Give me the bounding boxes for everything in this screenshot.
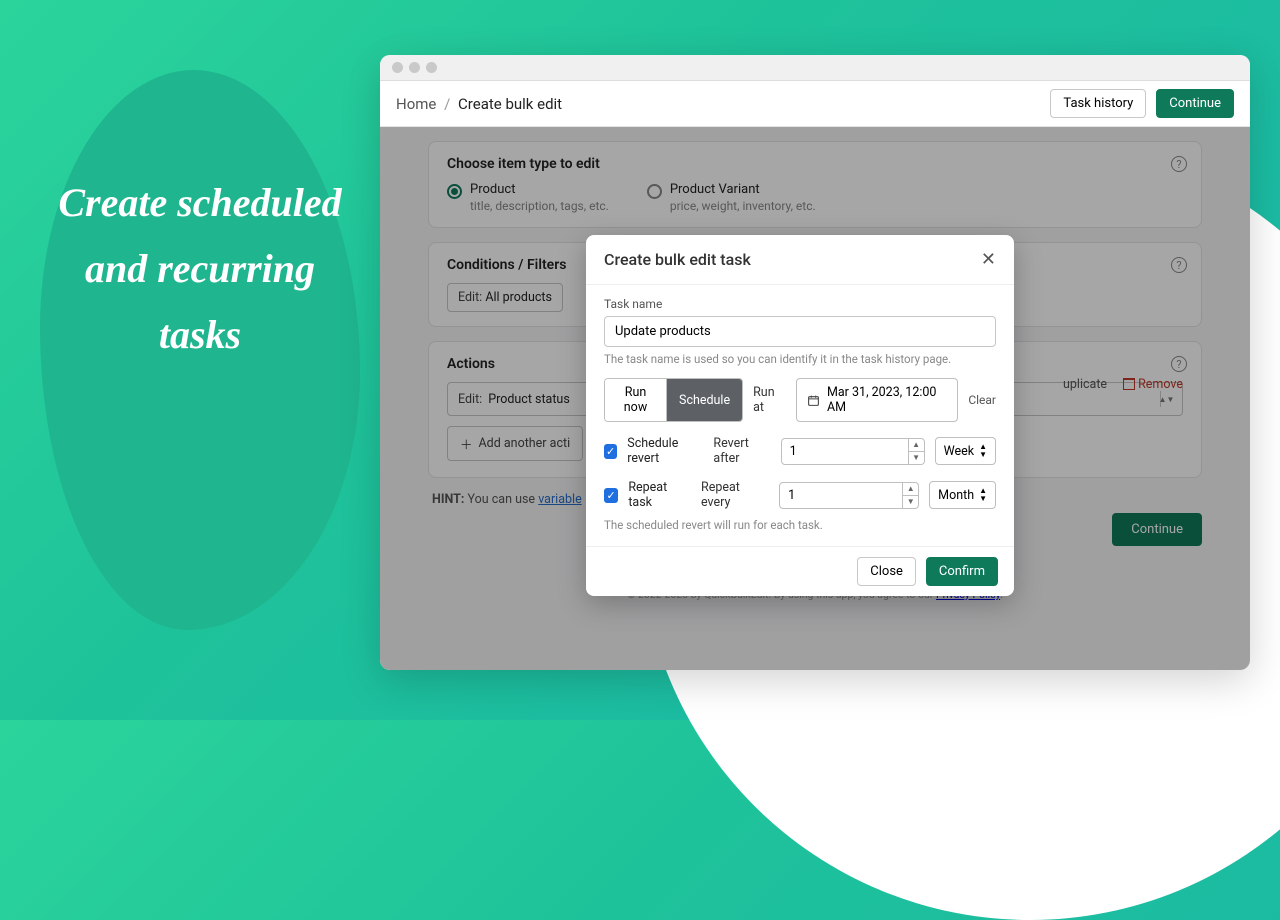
browser-window: Home / Create bulk edit Task history Con…: [380, 55, 1250, 670]
schedule-revert-label: Schedule revert: [627, 436, 703, 466]
breadcrumb-current: Create bulk edit: [458, 95, 562, 113]
clear-date[interactable]: Clear: [968, 393, 996, 407]
repeat-task-checkbox[interactable]: ✓: [604, 488, 618, 503]
breadcrumb: Home / Create bulk edit: [396, 95, 562, 113]
run-now-button[interactable]: Run now: [605, 379, 667, 421]
task-name-input[interactable]: [604, 316, 996, 347]
repeat-unit-select[interactable]: Month ▲▼: [929, 481, 996, 509]
task-history-button[interactable]: Task history: [1050, 89, 1146, 118]
revert-stepper[interactable]: ▲▼: [909, 438, 925, 465]
traffic-dot-max[interactable]: [426, 62, 437, 73]
revert-after-input[interactable]: [781, 438, 909, 465]
continue-button-top[interactable]: Continue: [1156, 89, 1234, 118]
run-mode-toggle: Run now Schedule: [604, 378, 743, 422]
calendar-icon: [807, 394, 820, 407]
repeat-stepper[interactable]: ▲▼: [903, 482, 919, 509]
traffic-dot-close[interactable]: [392, 62, 403, 73]
repeat-every-label: Repeat every: [701, 480, 769, 510]
marketing-tagline: Create scheduled and recurring tasks: [55, 170, 345, 368]
modal-close-button[interactable]: Close: [857, 557, 916, 586]
updown-icon: ▲▼: [979, 443, 987, 459]
app-header: Home / Create bulk edit Task history Con…: [380, 81, 1250, 127]
close-icon[interactable]: ✕: [981, 249, 996, 270]
task-name-help: The task name is used so you can identif…: [604, 352, 996, 366]
repeat-every-input[interactable]: [779, 482, 903, 509]
revert-unit-select[interactable]: Week ▲▼: [935, 437, 996, 465]
run-at-datepicker[interactable]: Mar 31, 2023, 12:00 AM: [796, 378, 958, 422]
run-at-label: Run at: [753, 385, 786, 415]
schedule-revert-checkbox[interactable]: ✓: [604, 444, 617, 459]
schedule-button[interactable]: Schedule: [667, 379, 742, 421]
task-name-label: Task name: [604, 297, 996, 311]
breadcrumb-home[interactable]: Home: [396, 95, 436, 113]
modal-confirm-button[interactable]: Confirm: [926, 557, 998, 586]
revert-after-label: Revert after: [713, 436, 770, 466]
modal-title: Create bulk edit task: [604, 250, 751, 269]
repeat-task-label: Repeat task: [628, 480, 691, 510]
breadcrumb-sep: /: [444, 95, 450, 113]
updown-icon: ▲▼: [979, 487, 987, 503]
create-task-modal: Create bulk edit task ✕ Task name The ta…: [586, 235, 1014, 596]
traffic-dot-min[interactable]: [409, 62, 420, 73]
window-traffic-lights: [380, 55, 1250, 81]
repeat-help: The scheduled revert will run for each t…: [604, 518, 996, 532]
